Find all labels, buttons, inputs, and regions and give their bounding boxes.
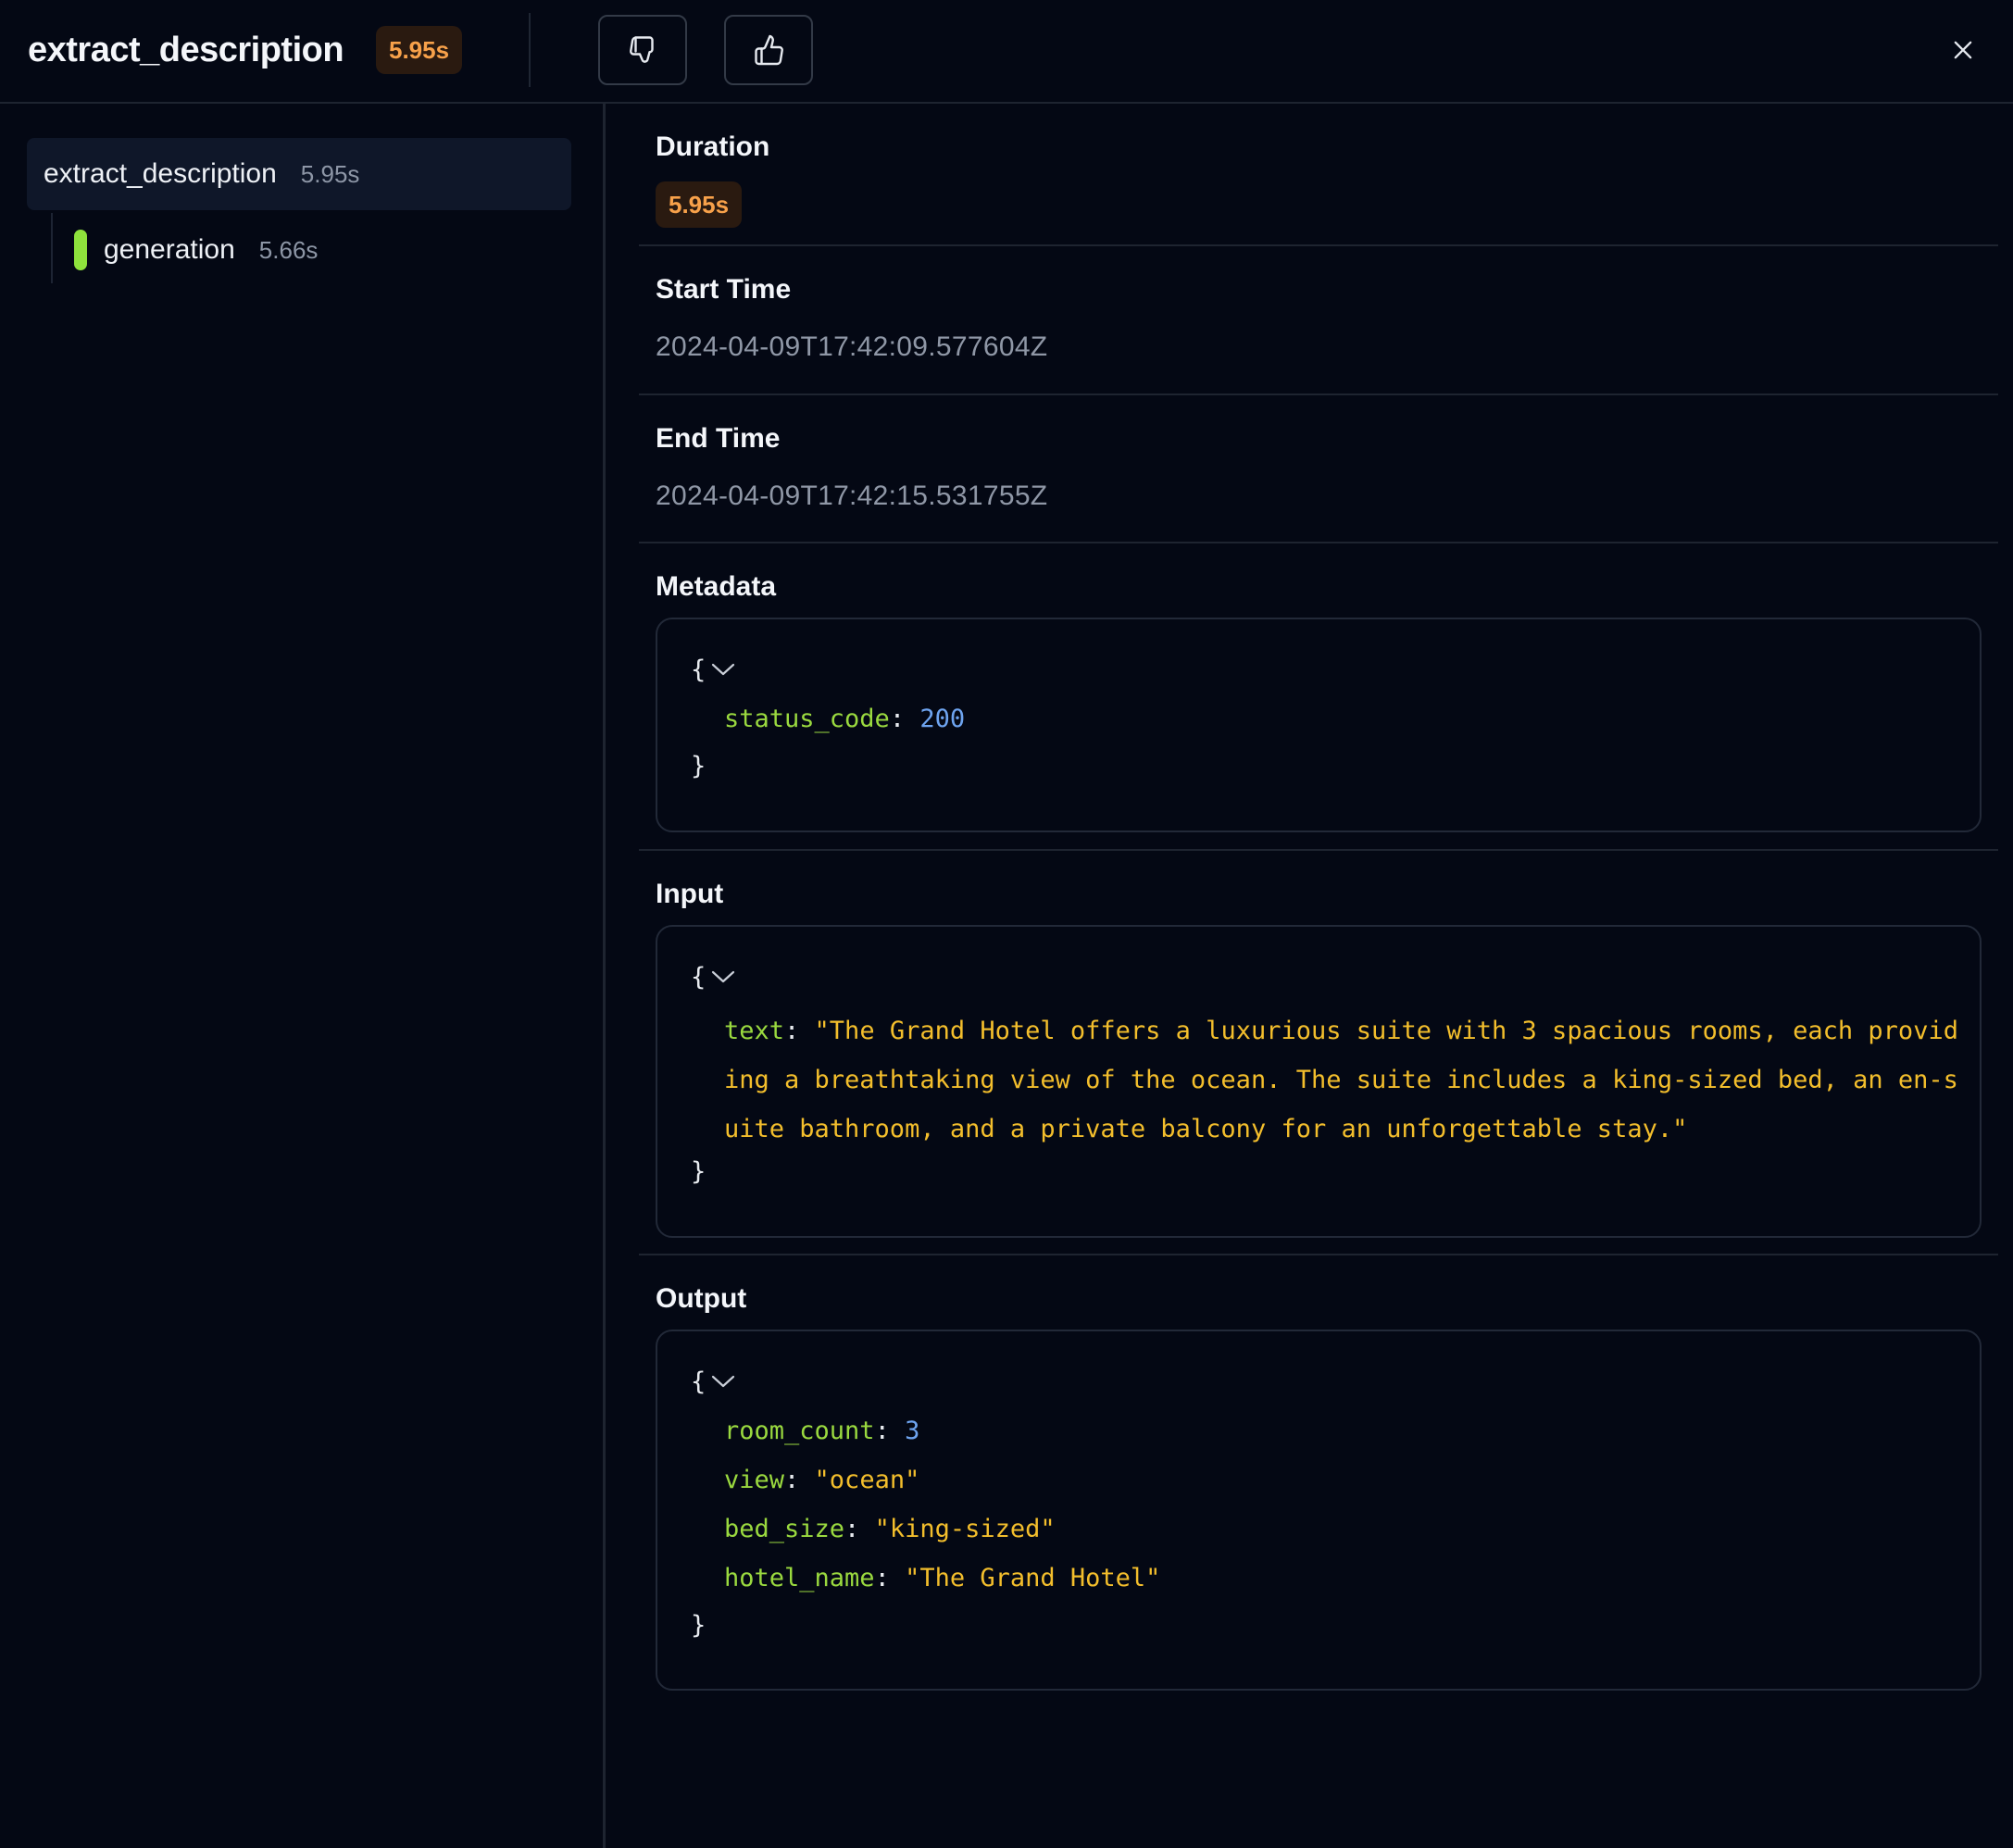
section-label: Start Time	[656, 274, 792, 305]
tree-connector	[51, 213, 53, 283]
section-label: Metadata	[656, 571, 777, 602]
json-row: view: "ocean"	[724, 1466, 920, 1494]
duration-badge: 5.95s	[376, 26, 463, 74]
trace-tree-panel: extract_description 5.95s generation 5.6…	[0, 104, 606, 1848]
json-open-line: {	[691, 959, 737, 997]
thumbs-up-icon	[755, 34, 783, 66]
json-close-line: }	[691, 1157, 706, 1186]
input-section: Input { text: "The Grand Hotel offers a …	[639, 851, 1998, 1255]
json-row: room_count: 3	[724, 1417, 920, 1445]
section-label: Output	[656, 1283, 747, 1314]
page-title: extract_description	[28, 31, 344, 69]
json-row: bed_size: "king-sized"	[724, 1515, 1056, 1543]
chevron-down-icon[interactable]	[709, 1365, 737, 1402]
close-icon	[1954, 41, 1972, 59]
metadata-section: Metadata { status_code: 200 }	[639, 543, 1998, 851]
input-json-viewer: { text: "The Grand Hotel offers a luxuri…	[656, 925, 1982, 1238]
thumbs-down-icon	[630, 36, 654, 63]
section-label: End Time	[656, 423, 781, 454]
thumbs-down-button[interactable]	[598, 15, 687, 85]
end-time-value: 2024-04-09T17:42:15.531755Z	[656, 481, 1048, 511]
tree-item-name: generation	[104, 234, 235, 265]
json-close-line: }	[691, 1611, 706, 1640]
generation-indicator	[74, 230, 87, 270]
section-label: Duration	[656, 131, 770, 162]
json-row: text: "The Grand Hotel offers a luxuriou…	[724, 1017, 1958, 1143]
tree-item-duration: 5.95s	[300, 159, 360, 188]
output-section: Output { room_count: 3 view: "ocean" bed…	[639, 1255, 1998, 1811]
chevron-down-icon[interactable]	[709, 960, 737, 997]
output-json-viewer: { room_count: 3 view: "ocean" bed_size: …	[656, 1330, 1982, 1691]
chevron-down-icon[interactable]	[709, 653, 737, 690]
json-close-line: }	[691, 752, 706, 780]
end-time-section: End Time 2024-04-09T17:42:15.531755Z	[639, 395, 1998, 543]
duration-value-badge: 5.95s	[656, 181, 743, 228]
top-bar: extract_description 5.95s	[0, 0, 2013, 104]
section-label: Input	[656, 879, 724, 909]
tree-item-generation[interactable]: generation 5.66s	[74, 222, 318, 278]
start-time-value: 2024-04-09T17:42:09.577604Z	[656, 331, 1048, 362]
json-row: hotel_name: "The Grand Hotel"	[724, 1564, 1161, 1592]
duration-section: Duration 5.95s	[639, 104, 1998, 246]
json-open-line: {	[691, 1364, 737, 1402]
tree-item-extract-description[interactable]: extract_description 5.95s	[27, 138, 571, 210]
close-button[interactable]	[1941, 28, 1985, 72]
start-time-section: Start Time 2024-04-09T17:42:09.577604Z	[639, 246, 1998, 395]
tree-item-duration: 5.66s	[258, 235, 319, 264]
tree-item-name: extract_description	[44, 158, 277, 189]
json-open-line: {	[691, 652, 737, 690]
thumbs-up-button[interactable]	[724, 15, 813, 85]
divider	[529, 13, 531, 87]
metadata-json-viewer: { status_code: 200 }	[656, 618, 1982, 832]
json-row: status_code: 200	[724, 705, 966, 733]
